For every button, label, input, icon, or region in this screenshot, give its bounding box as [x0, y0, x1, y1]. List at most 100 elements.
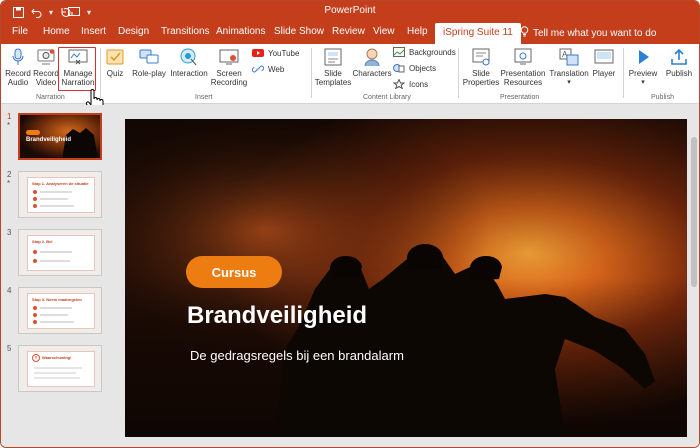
vertical-scrollbar[interactable]: [689, 119, 699, 447]
slide-properties-icon: [471, 48, 491, 66]
slide-title: Brandveiligheid: [187, 302, 368, 329]
quiz-icon: [105, 48, 125, 66]
cursus-badge: Cursus: [186, 256, 282, 288]
ribbon: Record Audio Record Video Manage Narrati…: [1, 44, 699, 104]
tab-insert[interactable]: Insert: [81, 26, 106, 37]
group-divider: [458, 48, 459, 98]
thumb-title: Stap 3. Neem maatregelen: [32, 297, 82, 302]
slide-number: 1: [7, 112, 12, 121]
slide-templates-button[interactable]: Slide Templates: [314, 48, 352, 87]
tell-me-label: Tell me what you want to do: [533, 27, 657, 39]
record-video-label-1: Record: [33, 69, 59, 78]
screen-recording-button[interactable]: Screen Recording: [211, 48, 247, 87]
slide-number: 5: [7, 344, 12, 353]
quiz-label: Quiz: [106, 69, 124, 78]
preview-label: Preview: [628, 69, 658, 78]
slide-properties-label-1: Slide: [472, 69, 490, 78]
tab-ispring-suite[interactable]: iSpring Suite 11: [435, 23, 521, 44]
link-icon: [251, 64, 265, 74]
ribbon-tabs: File Home Insert Design Transitions Anim…: [1, 23, 699, 44]
slide-subtitle: De gedragsregels bij een brandalarm: [190, 348, 404, 363]
insert-group-label: Insert: [195, 94, 213, 101]
slide-templates-icon: [323, 48, 343, 66]
character-icon: [362, 48, 382, 67]
presentation-resources-button[interactable]: Presentation Resources: [500, 48, 546, 87]
presentation-group-label: Presentation: [500, 94, 540, 101]
preview-button[interactable]: Preview ▾: [627, 48, 659, 87]
thumb-card: Stap 1. Analyseren de situatie: [27, 177, 95, 213]
icons-label: Icons: [409, 79, 429, 89]
role-play-button[interactable]: Role-play: [131, 48, 167, 78]
tab-home[interactable]: Home: [43, 26, 70, 37]
thumb-title: Brandveiligheid: [26, 137, 72, 143]
publish-group-label: Publish: [651, 94, 674, 101]
presentation-resources-icon: [513, 48, 533, 66]
youtube-icon: [252, 48, 264, 58]
characters-button[interactable]: Characters: [352, 48, 392, 78]
interaction-button[interactable]: Interaction: [169, 48, 209, 78]
manage-narration-highlight: [58, 47, 96, 91]
slide-thumbnail-3[interactable]: Stap 2. Bel: [18, 229, 102, 276]
translation-label: Translation: [549, 69, 589, 78]
record-audio-label-1: Record: [5, 69, 31, 78]
slide-number: 4: [7, 286, 12, 295]
slide-number: 3: [7, 228, 12, 237]
backgrounds-button[interactable]: Backgrounds: [393, 47, 456, 57]
interaction-icon: [179, 48, 199, 66]
slide-properties-button[interactable]: Slide Properties: [461, 48, 501, 87]
slide-properties-label-2: Properties: [462, 78, 500, 87]
slide-thumbnail-4[interactable]: Stap 3. Neem maatregelen: [18, 287, 102, 334]
publish-button[interactable]: Publish: [663, 48, 695, 78]
translation-button[interactable]: A Translation ▾: [548, 48, 590, 87]
player-label: Player: [592, 69, 616, 78]
tab-design[interactable]: Design: [118, 26, 149, 37]
thumb-title: Stap 2. Bel: [32, 239, 53, 244]
screen-recording-label-2: Recording: [210, 78, 248, 87]
slide-star: *: [7, 179, 11, 188]
slide-thumbnail-5[interactable]: Waarschuwing!: [18, 345, 102, 392]
tab-file[interactable]: File: [12, 26, 28, 37]
backgrounds-icon: [393, 47, 405, 57]
title-bar: ▾ ▾ PowerPoint: [1, 1, 699, 23]
slide-thumbnail-2[interactable]: Stap 1. Analyseren de situatie: [18, 171, 102, 218]
tab-review[interactable]: Review: [332, 26, 365, 37]
thumb-card: Stap 3. Neem maatregelen: [27, 293, 95, 329]
tab-animations[interactable]: Animations: [216, 26, 265, 37]
youtube-button[interactable]: YouTube: [252, 48, 299, 58]
scrollbar-thumb[interactable]: [691, 137, 697, 287]
narration-group-label: Narration: [36, 94, 65, 101]
group-divider: [311, 48, 312, 98]
record-audio-button[interactable]: Record Audio: [4, 48, 32, 87]
tab-help[interactable]: Help: [407, 26, 428, 37]
play-icon: [633, 48, 653, 66]
content-library-group-label: Content Library: [363, 94, 411, 101]
characters-label: Characters: [352, 69, 392, 78]
group-divider: [623, 48, 624, 98]
thumb-title: Waarschuwing!: [42, 355, 72, 360]
thumb-card: Stap 2. Bel: [27, 235, 95, 271]
interaction-label: Interaction: [170, 69, 208, 78]
objects-label: Objects: [409, 63, 437, 73]
thumb-card: Waarschuwing!: [27, 351, 95, 387]
screen-recording-icon: [219, 48, 239, 66]
objects-icon: [393, 63, 405, 73]
tab-view[interactable]: View: [373, 26, 395, 37]
tab-transitions[interactable]: Transitions: [161, 26, 210, 37]
tell-me-search[interactable]: Tell me what you want to do: [520, 26, 656, 40]
role-play-icon: [139, 48, 159, 66]
slide-thumbnail-1[interactable]: Brandveiligheid: [18, 113, 102, 160]
chevron-down-icon: ▾: [641, 79, 645, 86]
translation-icon: A: [559, 48, 579, 66]
player-button[interactable]: Player: [591, 48, 617, 78]
objects-button[interactable]: Objects: [393, 63, 436, 73]
role-play-label: Role-play: [132, 69, 166, 78]
tab-slide-show[interactable]: Slide Show: [274, 26, 324, 37]
web-button[interactable]: Web: [251, 64, 284, 74]
window-title: PowerPoint: [324, 5, 376, 16]
icons-button[interactable]: Icons: [392, 78, 429, 90]
presentation-resources-label-1: Presentation: [500, 69, 546, 78]
slide-star: *: [7, 121, 11, 130]
record-video-button[interactable]: Record Video: [32, 48, 60, 87]
slide-number: 2: [7, 170, 12, 179]
quiz-button[interactable]: Quiz: [103, 48, 127, 78]
